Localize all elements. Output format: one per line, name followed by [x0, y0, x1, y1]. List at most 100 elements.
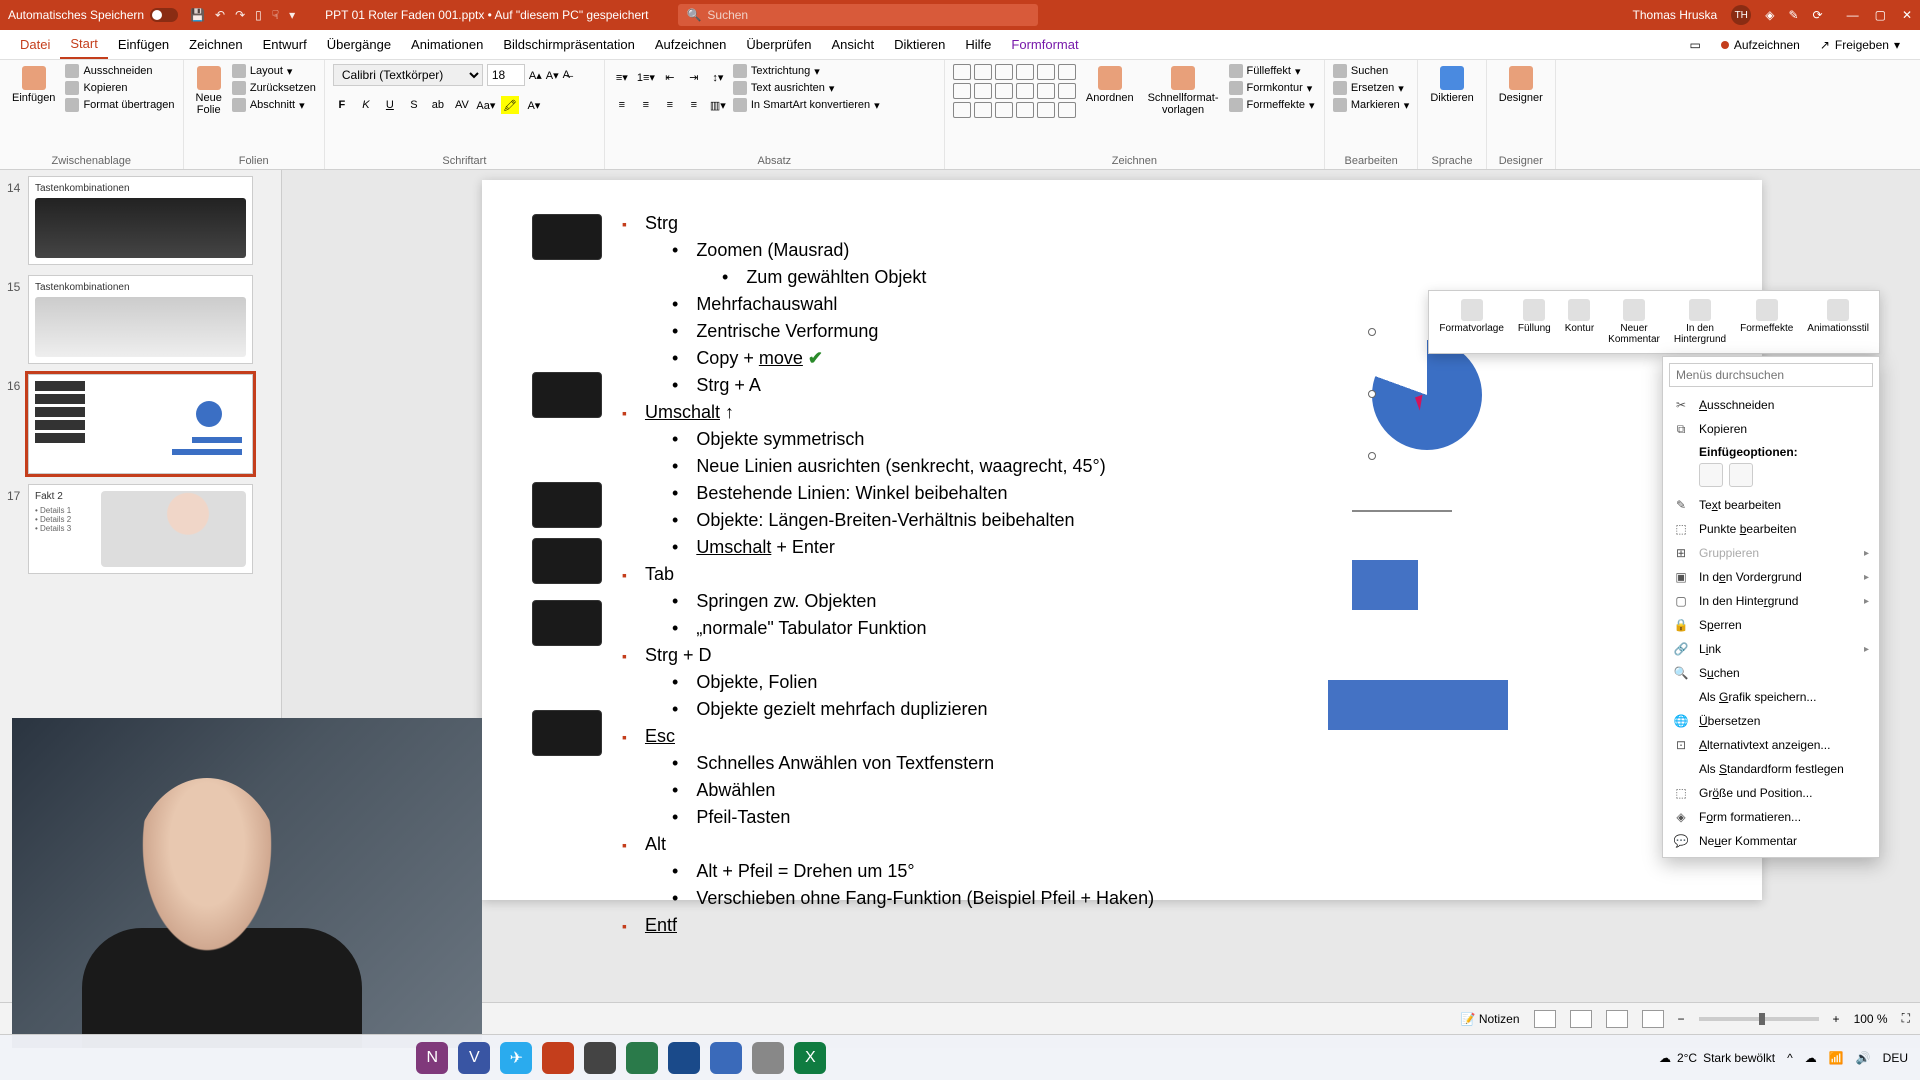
slide-thumbnail[interactable]: 17 Fakt 2• Details 1• Details 2• Details… [28, 484, 253, 574]
font-color-button[interactable]: A▾ [525, 96, 543, 114]
tab-slideshow[interactable]: Bildschirmpräsentation [493, 30, 645, 59]
shape-rectangle[interactable] [1352, 560, 1418, 610]
mini-comment-button[interactable]: Neuer Kommentar [1602, 297, 1666, 347]
designer-button[interactable]: Designer [1495, 64, 1547, 106]
slideshow-view-button[interactable] [1642, 1010, 1664, 1028]
section-button[interactable]: Abschnitt ▾ [232, 98, 316, 112]
tab-file[interactable]: Datei [10, 30, 60, 59]
new-slide-button[interactable]: Neue Folie [192, 64, 226, 118]
search-box[interactable]: 🔍 [678, 4, 1038, 26]
pen-icon[interactable]: ✎ [1788, 8, 1798, 22]
weather-widget[interactable]: ☁ 2°C Stark bewölkt [1659, 1051, 1775, 1065]
app-icon[interactable] [626, 1042, 658, 1074]
tab-view[interactable]: Ansicht [821, 30, 884, 59]
app-icon[interactable] [752, 1042, 784, 1074]
notes-button[interactable]: 📝 Notizen [1461, 1012, 1520, 1026]
format-painter-button[interactable]: Format übertragen [65, 98, 174, 112]
highlight-button[interactable]: 🖍 [501, 96, 519, 114]
line-spacing-button[interactable]: ↕▾ [709, 68, 727, 86]
bold-button[interactable]: F [333, 96, 351, 114]
tab-animations[interactable]: Animationen [401, 30, 493, 59]
menu-search-input[interactable] [1669, 363, 1873, 387]
paste-option-1[interactable] [1699, 463, 1723, 487]
tab-record[interactable]: Aufzeichnen [645, 30, 737, 59]
zoom-in-button[interactable]: + [1833, 1012, 1840, 1026]
save-icon[interactable]: 💾 [190, 8, 205, 22]
mini-outline-button[interactable]: Kontur [1559, 297, 1600, 347]
undo-icon[interactable]: ↶ [215, 8, 225, 22]
user-avatar[interactable]: TH [1731, 5, 1751, 25]
align-center-button[interactable]: ≡ [637, 96, 655, 114]
tray-chevron-icon[interactable]: ^ [1787, 1051, 1793, 1065]
ctx-translate[interactable]: 🌐Übersetzen [1663, 709, 1879, 733]
italic-button[interactable]: K [357, 96, 375, 114]
case-button[interactable]: Aa▾ [477, 96, 495, 114]
underline-button[interactable]: U [381, 96, 399, 114]
onenote-icon[interactable]: N [416, 1042, 448, 1074]
tab-start[interactable]: Start [60, 30, 107, 59]
tab-review[interactable]: Überprüfen [736, 30, 821, 59]
increase-font-icon[interactable]: A▴ [529, 69, 542, 82]
reset-button[interactable]: Zurücksetzen [232, 81, 316, 95]
wifi-icon[interactable]: 📶 [1829, 1051, 1844, 1065]
spacing-button[interactable]: AV [453, 96, 471, 114]
find-button[interactable]: Suchen [1333, 64, 1409, 78]
text-direction-button[interactable]: Textrichtung ▾ [733, 64, 880, 78]
zoom-slider[interactable] [1699, 1017, 1819, 1021]
close-icon[interactable]: ✕ [1902, 8, 1912, 22]
align-right-button[interactable]: ≡ [661, 96, 679, 114]
ctx-default-shape[interactable]: Als Standardform festlegen [1663, 757, 1879, 781]
mini-fill-button[interactable]: Füllung [1512, 297, 1557, 347]
font-name-select[interactable]: Calibri (Textkörper) [333, 64, 483, 86]
paste-button[interactable]: Einfügen [8, 64, 59, 106]
columns-button[interactable]: ▥▾ [709, 96, 727, 114]
sync-icon[interactable]: ⟳ [1813, 8, 1823, 22]
shape-rectangle[interactable] [1328, 680, 1508, 730]
zoom-out-button[interactable]: − [1678, 1012, 1685, 1026]
numbering-button[interactable]: 1≡▾ [637, 68, 655, 86]
sorter-view-button[interactable] [1570, 1010, 1592, 1028]
layout-button[interactable]: Layout ▾ [232, 64, 316, 78]
ctx-new-comment[interactable]: 💬Neuer Kommentar [1663, 829, 1879, 853]
app-icon[interactable] [710, 1042, 742, 1074]
present-icon[interactable]: ▯ [255, 8, 262, 22]
tab-dictate[interactable]: Diktieren [884, 30, 955, 59]
touch-icon[interactable]: ☟ [272, 8, 279, 22]
replace-button[interactable]: Ersetzen ▾ [1333, 81, 1409, 95]
select-button[interactable]: Markieren ▾ [1333, 98, 1409, 112]
diamond-icon[interactable]: ◈ [1765, 8, 1774, 22]
tab-insert[interactable]: Einfügen [108, 30, 179, 59]
strike-button[interactable]: S [405, 96, 423, 114]
align-left-button[interactable]: ≡ [613, 96, 631, 114]
decrease-font-icon[interactable]: A▾ [546, 69, 559, 82]
justify-button[interactable]: ≡ [685, 96, 703, 114]
shapes-gallery[interactable] [953, 64, 1076, 118]
copy-button[interactable]: Kopieren [65, 81, 174, 95]
fit-button[interactable]: ⛶ [1902, 1011, 1910, 1026]
dictate-button[interactable]: Diktieren [1426, 64, 1477, 106]
indent-left-button[interactable]: ⇤ [661, 68, 679, 86]
user-name[interactable]: Thomas Hruska [1633, 8, 1718, 22]
shape-outline-button[interactable]: Formkontur ▾ [1229, 81, 1315, 95]
ctx-send-back[interactable]: ▢In den Hintergrund▸ [1663, 589, 1879, 613]
smartart-button[interactable]: In SmartArt konvertieren ▾ [733, 98, 880, 112]
redo-icon[interactable]: ↷ [235, 8, 245, 22]
ctx-link[interactable]: 🔗Link▸ [1663, 637, 1879, 661]
arrange-button[interactable]: Anordnen [1082, 64, 1138, 106]
share-button[interactable]: ↗Freigeben▾ [1810, 38, 1910, 52]
visio-icon[interactable]: V [458, 1042, 490, 1074]
mini-effects-button[interactable]: Formeffekte [1734, 297, 1799, 347]
ctx-lock[interactable]: 🔒Sperren [1663, 613, 1879, 637]
align-text-button[interactable]: Text ausrichten ▾ [733, 81, 880, 95]
slide-thumbnail[interactable]: 15 Tastenkombinationen [28, 275, 253, 364]
ctx-size-position[interactable]: ⬚Größe und Position... [1663, 781, 1879, 805]
ctx-cut[interactable]: ✂Ausschneiden [1663, 393, 1879, 417]
slide-thumbnail[interactable]: 14 Tastenkombinationen [28, 176, 253, 265]
tab-design[interactable]: Entwurf [253, 30, 317, 59]
indent-right-button[interactable]: ⇥ [685, 68, 703, 86]
mini-anim-button[interactable]: Animationsstil [1801, 297, 1875, 347]
ctx-edit-text[interactable]: ✎Text bearbeiten [1663, 493, 1879, 517]
mini-style-button[interactable]: Formatvorlage [1433, 297, 1509, 347]
shape-effects-button[interactable]: Formeffekte ▾ [1229, 98, 1315, 112]
ctx-format-shape[interactable]: ◈Form formatieren... [1663, 805, 1879, 829]
